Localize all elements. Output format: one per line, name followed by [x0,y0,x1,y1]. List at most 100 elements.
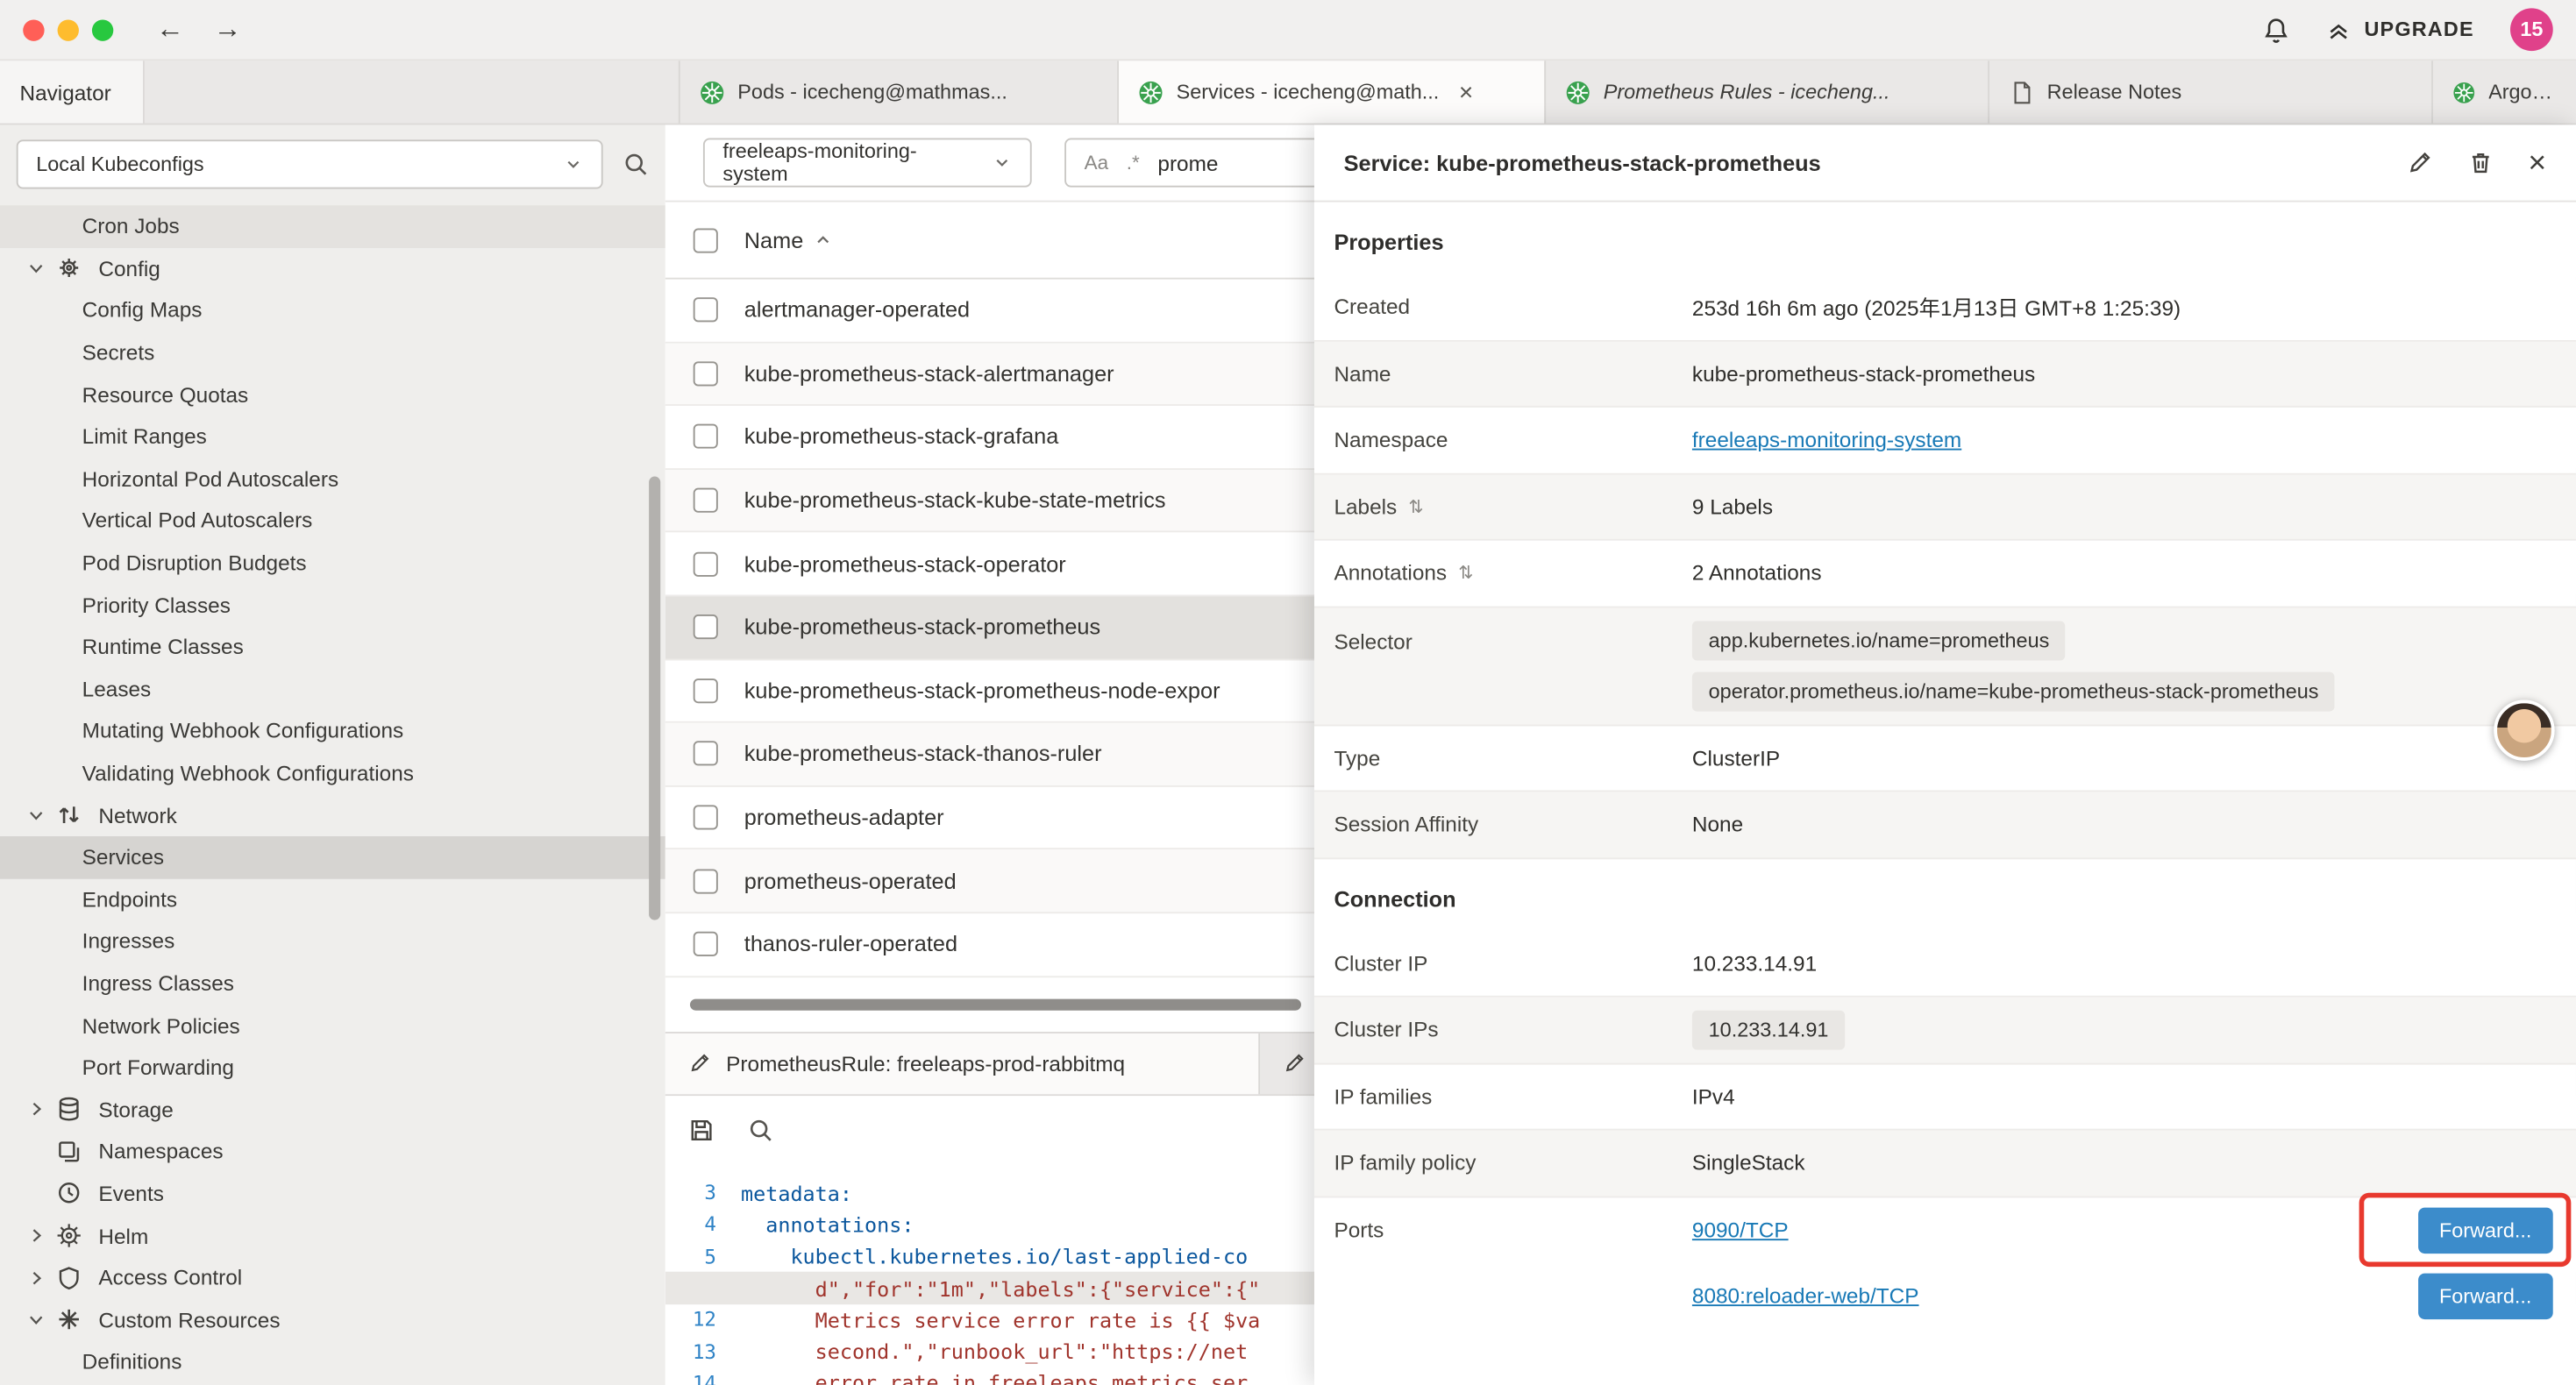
sidebar-item-label: Ingress Classes [82,971,234,996]
row-checkbox[interactable] [694,298,718,323]
close-tab-icon[interactable]: × [1459,78,1473,106]
tab-argo[interactable]: Argo Se [2431,60,2576,123]
port-link-8080[interactable]: 8080:reloader-web/TCP [1692,1283,1919,1308]
assistant-avatar[interactable] [2494,700,2554,760]
expander-icon[interactable] [26,806,46,825]
kubeconfig-selector[interactable]: Local Kubeconfigs [17,138,603,188]
sidebar-item-resource-quotas[interactable]: Resource Quotas [0,373,665,416]
sidebar-item-custom-resources[interactable]: Custom Resources [0,1299,665,1341]
close-window-button[interactable] [23,19,44,40]
editor-search-icon[interactable] [748,1117,774,1143]
sidebar-item-ingresses[interactable]: Ingresses [0,920,665,962]
row-checkbox[interactable] [694,361,718,386]
sidebar-item-storage[interactable]: Storage [0,1089,665,1131]
editor-tab-prometheusrule[interactable]: PrometheusRule: freeleaps-prod-rabbitmq [665,1033,1260,1093]
sidebar-item-label: Leases [82,677,152,701]
sidebar-item-horizontal-pod-autoscalers[interactable]: Horizontal Pod Autoscalers [0,458,665,500]
tab-release-notes[interactable]: Release Notes [1988,60,2431,123]
sidebar-item-mutating-webhook-configurations[interactable]: Mutating Webhook Configurations [0,710,665,752]
forward-button[interactable]: → [214,13,242,46]
upgrade-button[interactable]: UPGRADE [2326,18,2473,42]
row-checkbox[interactable] [694,424,718,449]
sidebar-item-priority-classes[interactable]: Priority Classes [0,584,665,626]
port-link-9090[interactable]: 9090/TCP [1692,1218,1789,1242]
line-number: 3 [665,1182,741,1204]
sidebar-item-limit-ranges[interactable]: Limit Ranges [0,416,665,458]
namespace-link[interactable]: freeleaps-monitoring-system [1692,428,1961,452]
sidebar-item-pod-disruption-budgets[interactable]: Pod Disruption Budgets [0,542,665,584]
sidebar-item-vertical-pod-autoscalers[interactable]: Vertical Pod Autoscalers [0,500,665,542]
row-checkbox[interactable] [694,488,718,513]
sidebar-item-validating-webhook-configurations[interactable]: Validating Webhook Configurations [0,752,665,794]
expand-toggle-icon[interactable]: ⇅ [1408,496,1423,517]
sidebar-item-secrets[interactable]: Secrets [0,331,665,373]
line-number: 12 [665,1309,741,1332]
expand-toggle-icon[interactable]: ⇅ [1458,562,1473,583]
forward-button[interactable]: Forward... [2418,1273,2553,1318]
select-all-checkbox[interactable] [694,228,718,252]
save-icon[interactable] [688,1117,715,1143]
horizontal-scrollbar[interactable] [690,998,1301,1010]
close-drawer-icon[interactable]: × [2528,147,2546,179]
regex-toggle[interactable]: .* [1127,151,1140,174]
tab-services[interactable]: Services - icecheng@math... × [1117,60,1544,123]
sidebar-item-helm[interactable]: Helm [0,1215,665,1257]
name-column-header[interactable]: Name [744,228,833,252]
sidebar-item-network-policies[interactable]: Network Policies [0,1005,665,1047]
expander-icon[interactable] [26,1268,46,1287]
row-checkbox[interactable] [694,742,718,766]
delete-icon[interactable] [2467,150,2494,176]
sidebar-item-label: Network Policies [82,1013,240,1038]
row-checkbox[interactable] [694,678,718,703]
notification-count-badge[interactable]: 15 [2510,8,2553,51]
row-checkbox[interactable] [694,932,718,956]
selector-badge: app.kubernetes.io/name=prometheus [1692,621,2066,660]
search-input[interactable]: prome [1157,150,1218,174]
sidebar-item-ingress-classes[interactable]: Ingress Classes [0,962,665,1005]
expander-icon[interactable] [26,1225,46,1245]
expander-icon[interactable] [26,259,46,278]
sidebar-item-runtime-classes[interactable]: Runtime Classes [0,626,665,668]
property-value: SingleStack [1692,1150,1805,1175]
sidebar-item-services[interactable]: Services [0,836,665,878]
row-checkbox[interactable] [694,869,718,893]
expander-icon[interactable] [26,1099,46,1119]
document-icon [2010,80,2034,104]
row-checkbox[interactable] [694,805,718,829]
tab-prometheus-rules[interactable]: Prometheus Rules - icecheng... [1544,60,1988,123]
property-label: Selector [1334,607,1691,653]
notifications-bell-icon[interactable] [2262,16,2290,44]
sidebar-item-access-control[interactable]: Access Control [0,1257,665,1299]
editor-tab-title: PrometheusRule: freeleaps-prod-rabbitmq [726,1051,1125,1076]
sidebar-item-label: Events [98,1182,163,1206]
property-label: Type [1334,745,1691,770]
back-button[interactable]: ← [156,13,184,46]
namespace-filter[interactable]: freeleaps-monitoring-system [703,138,1032,187]
sidebar-item-label: Mutating Webhook Configurations [82,719,404,743]
expander-icon[interactable] [26,1310,46,1329]
forward-button[interactable]: Forward... [2418,1207,2553,1253]
maximize-window-button[interactable] [92,19,113,40]
sidebar-item-events[interactable]: Events [0,1173,665,1215]
row-checkbox[interactable] [694,614,718,639]
sidebar-item-namespaces[interactable]: Namespaces [0,1131,665,1173]
property-label: Created [1334,295,1691,319]
sidebar-item-port-forwarding[interactable]: Port Forwarding [0,1047,665,1089]
property-row-cluster-ip: Cluster IP 10.233.14.91 [1314,931,2576,998]
sidebar-item-label: Secrets [82,340,155,365]
minimize-window-button[interactable] [58,19,79,40]
edit-icon[interactable] [2407,150,2433,176]
search-icon[interactable] [623,150,649,176]
row-checkbox[interactable] [694,551,718,576]
sidebar-item-network[interactable]: Network [0,794,665,836]
sidebar-item-config-maps[interactable]: Config Maps [0,289,665,331]
sidebar-scrollbar[interactable] [649,477,660,920]
sidebar-item-leases[interactable]: Leases [0,668,665,710]
sidebar-item-cron-jobs[interactable]: Cron Jobs [0,205,665,247]
custom-resources-icon [56,1307,82,1333]
sidebar-item-config[interactable]: Config [0,247,665,289]
tab-pods[interactable]: Pods - icecheng@mathmas... [679,60,1117,123]
sidebar-item-definitions[interactable]: Definitions [0,1340,665,1382]
sidebar-item-endpoints[interactable]: Endpoints [0,878,665,920]
match-case-toggle[interactable]: Aa [1085,151,1109,174]
